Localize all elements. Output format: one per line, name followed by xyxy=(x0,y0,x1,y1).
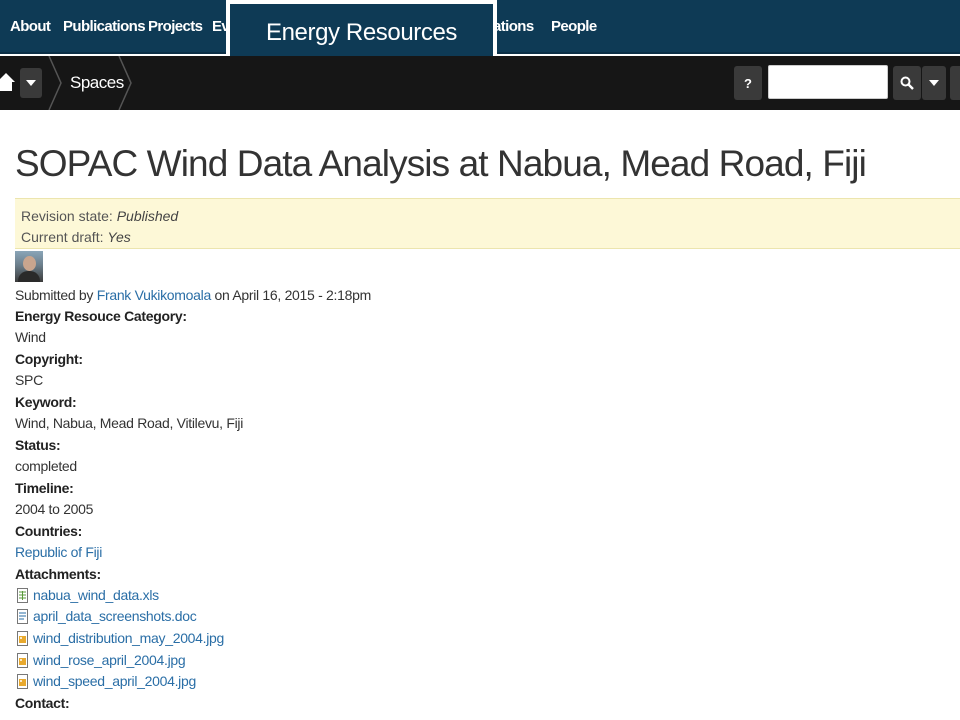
attachment-item[interactable]: nabua_wind_data.xls xyxy=(17,586,159,604)
revision-info: Revision state: Published Current draft:… xyxy=(15,198,960,249)
page-title: SOPAC Wind Data Analysis at Nabua, Mead … xyxy=(15,143,867,184)
user-menu-button[interactable] xyxy=(950,66,960,100)
breadcrumb-spaces[interactable]: Spaces xyxy=(70,73,124,93)
breadcrumb-separator-icon xyxy=(118,56,132,110)
countries-label: Countries: xyxy=(15,523,83,539)
caret-down-icon xyxy=(26,80,36,86)
attachment-link[interactable]: wind_distribution_may_2004.jpg xyxy=(33,630,224,646)
copyright-value: SPC xyxy=(15,372,43,388)
category-value: Wind xyxy=(15,329,46,345)
nav-about[interactable]: About xyxy=(10,18,51,35)
attachment-item[interactable]: wind_rose_april_2004.jpg xyxy=(17,651,186,669)
submitted-by: Submitted by Frank Vukikomoala on April … xyxy=(15,287,371,303)
attachment-link[interactable]: wind_rose_april_2004.jpg xyxy=(33,652,186,668)
status-value: completed xyxy=(15,458,77,474)
contact-label: Contact: xyxy=(15,695,70,711)
attachment-link[interactable]: wind_speed_april_2004.jpg xyxy=(33,673,196,689)
spreadsheet-file-icon xyxy=(17,587,28,603)
search-options-button[interactable] xyxy=(922,66,946,100)
attachments-label: Attachments: xyxy=(15,566,101,582)
nav-projects[interactable]: Projects xyxy=(148,18,203,35)
image-file-icon xyxy=(17,673,28,689)
search-button[interactable] xyxy=(893,66,921,100)
avatar[interactable] xyxy=(15,251,43,282)
nav-organisations[interactable]: ations xyxy=(493,18,534,35)
caret-down-icon xyxy=(929,80,939,86)
keyword-value: Wind, Nabua, Mead Road, Vitilevu, Fiji xyxy=(15,415,244,431)
attachment-item[interactable]: wind_distribution_may_2004.jpg xyxy=(17,629,224,647)
timeline-value: 2004 to 2005 xyxy=(15,501,94,517)
attachment-item[interactable]: april_data_screenshots.doc xyxy=(17,607,197,625)
search-input[interactable] xyxy=(768,65,888,99)
nav-people[interactable]: People xyxy=(551,18,597,35)
status-label: Status: xyxy=(15,437,61,453)
revision-state: Revision state: Published xyxy=(21,208,179,224)
home-icon[interactable] xyxy=(0,70,16,94)
timeline-label: Timeline: xyxy=(15,480,74,496)
image-file-icon xyxy=(17,652,28,668)
category-label: Energy Resouce Category: xyxy=(15,308,187,324)
search-icon xyxy=(900,76,914,90)
help-icon: ? xyxy=(744,75,752,91)
image-file-icon xyxy=(17,630,28,646)
nav-publications[interactable]: Publications xyxy=(63,18,146,35)
attachment-link[interactable]: nabua_wind_data.xls xyxy=(33,587,159,603)
attachment-item[interactable]: wind_speed_april_2004.jpg xyxy=(17,672,196,690)
keyword-label: Keyword: xyxy=(15,394,77,410)
attachment-link[interactable]: april_data_screenshots.doc xyxy=(33,608,197,624)
countries-value: Republic of Fiji xyxy=(15,543,102,561)
energy-resources-title: Energy Resources xyxy=(230,4,493,61)
copyright-label: Copyright: xyxy=(15,351,83,367)
author-link[interactable]: Frank Vukikomoala xyxy=(97,287,212,303)
breadcrumb-separator-icon xyxy=(48,56,62,110)
current-draft: Current draft: Yes xyxy=(21,229,131,245)
home-dropdown-button[interactable] xyxy=(20,68,42,98)
help-button[interactable]: ? xyxy=(734,66,762,100)
country-link[interactable]: Republic of Fiji xyxy=(15,544,102,560)
document-file-icon xyxy=(17,608,28,624)
